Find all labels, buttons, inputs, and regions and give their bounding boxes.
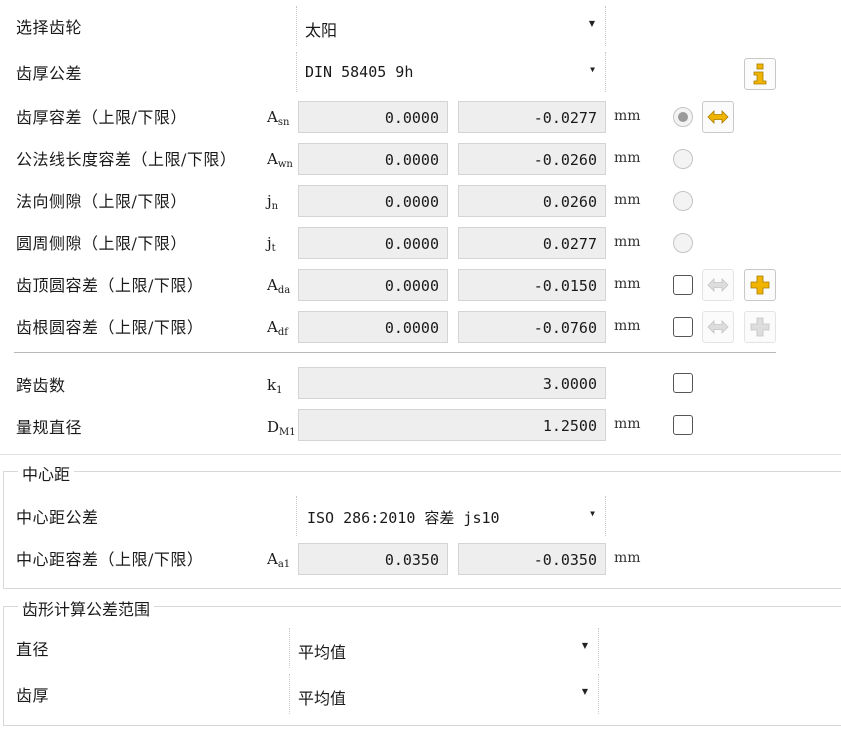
row-symbol: Asn xyxy=(267,108,290,128)
swap-button[interactable] xyxy=(702,101,734,133)
thickness-value: 平均值 xyxy=(298,689,347,708)
span-symbol: k1 xyxy=(267,376,283,396)
upper-input[interactable]: 0.0000 xyxy=(298,311,448,343)
lower-input[interactable]: 0.0260 xyxy=(458,185,606,217)
chevron-down-icon: ▼ xyxy=(581,641,588,650)
plus-icon xyxy=(750,275,770,295)
row-label: 齿顶圆容差（上限/下限） xyxy=(16,276,204,295)
add-button[interactable] xyxy=(744,269,776,301)
center-tolerance-value: ISO 286:2010 容差 js10 xyxy=(307,509,500,527)
swap-button[interactable] xyxy=(702,311,734,343)
profile-title: 齿形计算公差范围 xyxy=(18,596,155,620)
thickness-select[interactable]: 平均值 ▼ xyxy=(289,674,599,714)
gear-select[interactable]: 太阳 ▼ xyxy=(296,6,606,46)
center-distance-title: 中心距 xyxy=(18,461,75,485)
diameter-value: 平均值 xyxy=(298,643,347,662)
row-label: 圆周侧隙（上限/下限） xyxy=(16,234,187,253)
row-symbol: Ada xyxy=(267,276,291,296)
center-tolerance-label: 中心距公差 xyxy=(16,508,99,527)
separator xyxy=(14,352,776,353)
row-symbol: jn xyxy=(267,192,279,212)
add-button[interactable] xyxy=(744,311,776,343)
section-divider xyxy=(0,454,841,455)
row-radio[interactable] xyxy=(673,107,693,127)
unit-label: mm xyxy=(614,234,641,250)
row-radio[interactable] xyxy=(673,233,693,253)
double-arrow-icon xyxy=(707,110,729,124)
gear-select-value: 太阳 xyxy=(305,21,338,40)
double-arrow-icon xyxy=(707,278,729,292)
row-symbol: Adf xyxy=(267,318,288,338)
unit-label: mm xyxy=(614,150,641,166)
swap-button[interactable] xyxy=(702,269,734,301)
pin-label: 量规直径 xyxy=(16,418,83,437)
pin-checkbox[interactable] xyxy=(673,415,693,435)
lower-input[interactable]: -0.0760 xyxy=(458,311,606,343)
unit-label: mm xyxy=(614,192,641,208)
pin-input[interactable]: 1.2500 xyxy=(298,409,606,441)
row-label: 齿厚容差（上限/下限） xyxy=(16,108,187,127)
row-label: 公法线长度容差（上限/下限） xyxy=(16,150,237,169)
chevron-down-icon: ▼ xyxy=(590,65,595,74)
unit-label: mm xyxy=(614,416,641,432)
center-row-symbol: Aa1 xyxy=(267,550,291,570)
row-label: 齿根圆容差（上限/下限） xyxy=(16,318,204,337)
plus-icon xyxy=(750,317,770,337)
diameter-select[interactable]: 平均值 ▼ xyxy=(289,628,599,668)
lower-input[interactable]: -0.0277 xyxy=(458,101,606,133)
unit-label: mm xyxy=(614,108,641,124)
lower-input[interactable]: -0.0260 xyxy=(458,143,606,175)
info-button[interactable] xyxy=(744,58,776,90)
chevron-down-icon: ▼ xyxy=(588,19,595,28)
row-label: 法向侧隙（上限/下限） xyxy=(16,192,187,211)
row-checkbox[interactable] xyxy=(673,317,693,337)
chevron-down-icon: ▼ xyxy=(581,687,588,696)
unit-label: mm xyxy=(614,276,641,292)
thickness-tolerance-label: 齿厚公差 xyxy=(16,64,83,83)
diameter-label: 直径 xyxy=(16,640,50,659)
info-icon xyxy=(753,63,767,85)
span-input[interactable]: 3.0000 xyxy=(298,367,606,399)
unit-label: mm xyxy=(614,318,641,334)
upper-input[interactable]: 0.0000 xyxy=(298,269,448,301)
chevron-down-icon: ▼ xyxy=(590,509,595,518)
row-checkbox[interactable] xyxy=(673,275,693,295)
thickness-tolerance-select[interactable]: DIN 58405 9h ▼ xyxy=(296,52,606,92)
lower-input[interactable]: 0.0277 xyxy=(458,227,606,259)
upper-input[interactable]: 0.0000 xyxy=(298,143,448,175)
center-row-label: 中心距容差（上限/下限） xyxy=(16,550,204,569)
gear-label: 选择齿轮 xyxy=(16,18,83,37)
row-symbol: Awn xyxy=(267,150,293,170)
double-arrow-icon xyxy=(707,320,729,334)
row-symbol: jt xyxy=(267,234,276,254)
center-upper-input[interactable]: 0.0350 xyxy=(298,543,448,575)
pin-symbol: DM1 xyxy=(267,418,296,438)
row-radio[interactable] xyxy=(673,191,693,211)
center-lower-input[interactable]: -0.0350 xyxy=(458,543,606,575)
thickness-label: 齿厚 xyxy=(16,686,50,705)
center-tolerance-select[interactable]: ISO 286:2010 容差 js10 ▼ xyxy=(296,496,606,536)
thickness-tolerance-value: DIN 58405 9h xyxy=(305,63,414,81)
unit-label: mm xyxy=(614,550,641,566)
span-label: 跨齿数 xyxy=(16,376,66,395)
lower-input[interactable]: -0.0150 xyxy=(458,269,606,301)
span-checkbox[interactable] xyxy=(673,373,693,393)
row-radio[interactable] xyxy=(673,149,693,169)
upper-input[interactable]: 0.0000 xyxy=(298,185,448,217)
upper-input[interactable]: 0.0000 xyxy=(298,227,448,259)
upper-input[interactable]: 0.0000 xyxy=(298,101,448,133)
